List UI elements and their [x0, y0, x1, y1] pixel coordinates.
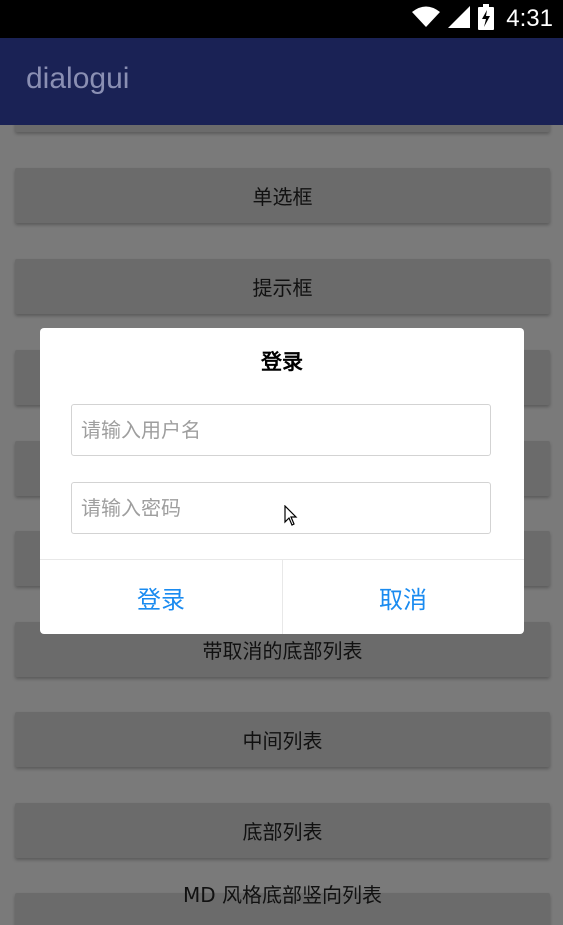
status-icons: 4:31 [412, 4, 553, 34]
list-button-label: MD 风格底部竖向列表 [182, 883, 382, 907]
signal-icon [448, 6, 471, 32]
battery-icon [478, 4, 495, 34]
login-dialog: 登录 登录 取消 [40, 328, 524, 634]
login-button[interactable]: 登录 [40, 560, 282, 634]
list-button-md-bottom-vertical-list[interactable]: MD 风格底部竖向列表 [15, 883, 550, 925]
list-button[interactable] [15, 125, 550, 132]
list-button-label: 底部列表 [242, 820, 323, 844]
list-button-alert[interactable]: 提示框 [15, 259, 550, 314]
dialog-title: 登录 [261, 350, 303, 374]
list-button-label: 提示框 [252, 276, 313, 300]
wifi-icon [412, 6, 441, 32]
mouse-pointer-icon [284, 504, 298, 531]
status-bar: 4:31 [0, 0, 563, 38]
list-button-single-choice[interactable]: 单选框 [15, 168, 550, 223]
clock: 4:31 [506, 5, 553, 32]
list-button-label: 中间列表 [242, 729, 323, 753]
password-input[interactable] [71, 482, 491, 534]
list-button-label: 带取消的底部列表 [202, 639, 363, 663]
app-title: dialogui [26, 62, 130, 95]
list-button-center-list[interactable]: 中间列表 [15, 712, 550, 767]
username-input[interactable] [71, 404, 491, 456]
cancel-button[interactable]: 取消 [282, 560, 524, 634]
app-bar: dialogui [0, 38, 563, 125]
list-button-label: 单选框 [252, 185, 313, 209]
list-button-bottom-list[interactable]: 底部列表 [15, 803, 550, 858]
